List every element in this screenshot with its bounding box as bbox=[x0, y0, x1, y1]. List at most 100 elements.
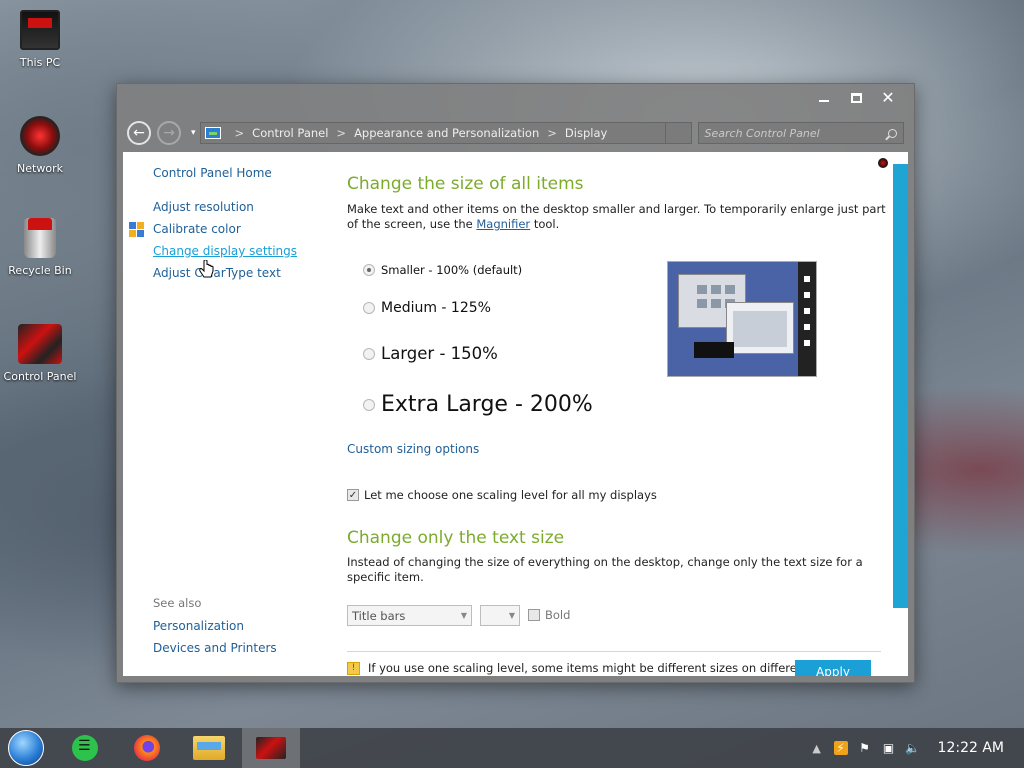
option-extra-large[interactable]: Extra Large - 200% bbox=[363, 392, 593, 417]
recycle-bin-icon bbox=[24, 218, 56, 258]
option-label: Smaller - 100% (default) bbox=[381, 263, 523, 277]
taskbar: ▲ ⚡ ⚑ ▣ 🔈 12:22 AM bbox=[0, 728, 1024, 768]
maximize-button[interactable] bbox=[840, 88, 872, 108]
item-select[interactable]: Title bars ▼ bbox=[347, 605, 472, 626]
item-select-value: Title bars bbox=[352, 608, 406, 623]
minimize-icon bbox=[819, 100, 829, 102]
start-orb-icon bbox=[8, 730, 44, 766]
address-dropdown-button[interactable] bbox=[664, 122, 691, 144]
magnifier-link[interactable]: Magnifier bbox=[476, 217, 530, 231]
color-calibration-icon bbox=[129, 222, 145, 238]
back-arrow-icon: ← bbox=[133, 125, 145, 141]
taskbar-firefox[interactable] bbox=[118, 728, 176, 768]
close-icon: ✕ bbox=[881, 88, 895, 107]
warning-text: If you use one scaling level, some items… bbox=[368, 661, 809, 675]
radio-smaller[interactable] bbox=[363, 264, 375, 276]
search-box[interactable]: Search Control Panel bbox=[697, 122, 904, 144]
main-panel: Change the size of all items Make text a… bbox=[347, 174, 887, 232]
option-smaller[interactable]: Smaller - 100% (default) bbox=[363, 263, 522, 277]
text-size-description: Instead of changing the size of everythi… bbox=[347, 555, 863, 584]
desktop-icon-this-pc[interactable]: This PC bbox=[0, 10, 80, 69]
sidebar: Control Panel Home Adjust resolution Cal… bbox=[129, 166, 333, 288]
option-medium[interactable]: Medium - 125% bbox=[363, 300, 491, 316]
firefox-icon bbox=[134, 735, 160, 761]
display-window: ✕ ← → ▾ > Control Panel > Appearance and… bbox=[116, 83, 915, 683]
radio-medium[interactable] bbox=[363, 302, 375, 314]
control-panel-icon bbox=[256, 737, 286, 759]
radio-extra-large[interactable] bbox=[363, 398, 375, 411]
user-badge-icon bbox=[878, 158, 888, 168]
volume-icon[interactable]: 🔈 bbox=[905, 741, 920, 755]
option-larger[interactable]: Larger - 150% bbox=[363, 344, 498, 363]
size-select[interactable]: ▼ bbox=[480, 605, 520, 626]
maximize-icon bbox=[850, 93, 862, 103]
app-tray-icon[interactable]: ⚡ bbox=[833, 741, 848, 755]
bold-checkbox-row[interactable]: Bold bbox=[528, 608, 570, 622]
see-also-label: See also bbox=[153, 596, 202, 610]
breadcrumb-control-panel[interactable]: Control Panel bbox=[252, 126, 328, 140]
sidebar-adjust-resolution[interactable]: Adjust resolution bbox=[153, 200, 333, 214]
sidebar-calibrate-color[interactable]: Calibrate color bbox=[153, 222, 333, 236]
taskbar-notes-app[interactable] bbox=[56, 728, 114, 768]
desktop-icon-control-panel[interactable]: Control Panel bbox=[0, 324, 80, 383]
forward-button[interactable]: → bbox=[157, 121, 181, 145]
scaling-checkbox-row[interactable]: ✓ Let me choose one scaling level for al… bbox=[347, 488, 657, 502]
chevron-down-icon: ▼ bbox=[460, 611, 467, 620]
desktop-icon-label: Network bbox=[17, 162, 63, 175]
see-also-devices-printers[interactable]: Devices and Printers bbox=[153, 641, 277, 655]
navigation-bar: ← → ▾ > Control Panel > Appearance and P… bbox=[127, 120, 906, 146]
apply-button[interactable]: Apply bbox=[795, 660, 871, 676]
taskbar-file-explorer[interactable] bbox=[180, 728, 238, 768]
custom-sizing-link[interactable]: Custom sizing options bbox=[347, 442, 479, 456]
warning-icon: ! bbox=[347, 661, 360, 675]
scaling-checkbox-label: Let me choose one scaling level for all … bbox=[364, 488, 657, 502]
bold-checkbox[interactable] bbox=[528, 609, 540, 621]
size-description: Make text and other items on the desktop… bbox=[347, 202, 886, 231]
recent-locations-dropdown[interactable]: ▾ bbox=[191, 128, 196, 138]
network-icon bbox=[20, 116, 60, 156]
vertical-scrollbar[interactable] bbox=[893, 164, 908, 608]
file-explorer-icon bbox=[193, 736, 225, 760]
taskbar-control-panel[interactable] bbox=[242, 728, 300, 768]
display-preview-image bbox=[667, 261, 817, 377]
option-label: Extra Large - 200% bbox=[381, 392, 593, 417]
system-tray: ▲ ⚡ ⚑ ▣ 🔈 12:22 AM bbox=[810, 728, 1024, 768]
start-button[interactable] bbox=[0, 728, 52, 768]
forward-arrow-icon: → bbox=[163, 125, 175, 141]
bold-label: Bold bbox=[545, 608, 571, 622]
radio-larger[interactable] bbox=[363, 347, 375, 360]
scaling-checkbox[interactable]: ✓ bbox=[347, 489, 359, 501]
show-hidden-icons-icon[interactable]: ▲ bbox=[810, 741, 824, 755]
minimize-button[interactable] bbox=[808, 88, 840, 108]
desktop-icon-network[interactable]: Network bbox=[0, 116, 80, 175]
desktop-icon-recycle-bin[interactable]: Recycle Bin bbox=[0, 218, 80, 277]
option-label: Larger - 150% bbox=[381, 344, 498, 363]
clock[interactable]: 12:22 AM bbox=[938, 740, 1004, 756]
notes-app-icon bbox=[72, 735, 98, 761]
sidebar-adjust-cleartype[interactable]: Adjust ClearType text bbox=[153, 266, 333, 280]
breadcrumb-separator: > bbox=[336, 126, 347, 140]
action-center-flag-icon[interactable]: ⚑ bbox=[858, 741, 872, 755]
back-button[interactable]: ← bbox=[127, 121, 151, 145]
close-button[interactable]: ✕ bbox=[872, 88, 904, 108]
breadcrumb-appearance[interactable]: Appearance and Personalization bbox=[354, 126, 539, 140]
network-icon[interactable]: ▣ bbox=[882, 741, 896, 755]
sidebar-control-panel-home[interactable]: Control Panel Home bbox=[153, 166, 333, 180]
desktop-icon-label: This PC bbox=[19, 56, 61, 69]
see-also-section: See also Personalization Devices and Pri… bbox=[153, 596, 277, 663]
breadcrumb-separator: > bbox=[547, 126, 557, 140]
desktop-icon-label: Recycle Bin bbox=[8, 264, 72, 277]
option-label: Medium - 125% bbox=[381, 300, 491, 316]
search-icon[interactable] bbox=[887, 128, 897, 138]
desktop-icon-label: Control Panel bbox=[3, 370, 77, 383]
heading-change-text: Change only the text size bbox=[347, 528, 565, 548]
window-controls: ✕ bbox=[808, 88, 904, 108]
content-pane: Control Panel Home Adjust resolution Cal… bbox=[123, 152, 908, 676]
computer-icon bbox=[20, 10, 60, 50]
sidebar-change-display-settings[interactable]: Change display settings bbox=[153, 244, 333, 258]
control-panel-icon bbox=[204, 127, 221, 139]
breadcrumb-separator: > bbox=[234, 126, 245, 140]
breadcrumb-display[interactable]: Display bbox=[565, 126, 607, 140]
address-bar[interactable]: > Control Panel > Appearance and Persona… bbox=[199, 122, 692, 144]
see-also-personalization[interactable]: Personalization bbox=[153, 619, 277, 633]
